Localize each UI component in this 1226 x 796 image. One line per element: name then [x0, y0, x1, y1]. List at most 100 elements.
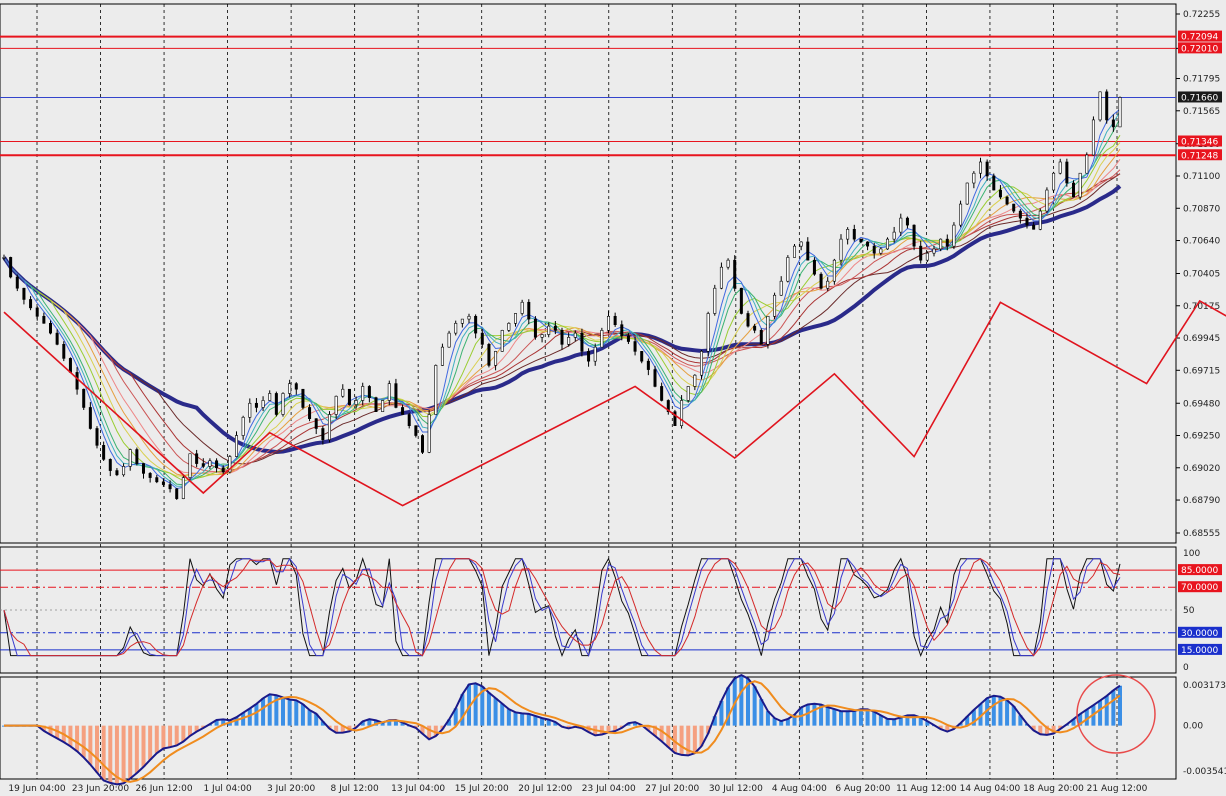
- candle-body: [1118, 97, 1122, 128]
- candle-body: [600, 330, 604, 348]
- candle-body: [899, 217, 903, 233]
- candle-body: [208, 460, 212, 467]
- candle-body: [487, 344, 491, 366]
- macd-histogram-bar: [1118, 685, 1122, 726]
- candle-body: [261, 400, 265, 408]
- candle-body: [474, 315, 478, 334]
- x-axis-tick-label: 19 Jun 04:00: [8, 784, 65, 794]
- candle-body: [268, 393, 272, 401]
- candle-body: [294, 383, 298, 390]
- candle-body: [1032, 224, 1036, 230]
- candle-body: [148, 473, 152, 478]
- macd-histogram-bar: [500, 703, 505, 726]
- candle-body: [215, 460, 219, 469]
- candle-body: [401, 407, 405, 415]
- candle-body: [653, 369, 657, 387]
- price-label-text: 0.71660: [1181, 93, 1218, 103]
- macd-histogram-bar: [75, 725, 80, 752]
- x-axis-tick-label: 30 Jul 12:00: [709, 784, 763, 794]
- trading-chart-svg[interactable]: 19 Jun 04:00 23 Jun 20:00 26 Jun 12:00 1 Ju…: [0, 0, 1226, 796]
- stochastic-level-label: 30.0000: [1181, 629, 1218, 639]
- candle-body: [102, 445, 106, 460]
- candle-body: [846, 229, 850, 240]
- macd-histogram-bar: [1005, 700, 1010, 726]
- candle-body: [613, 315, 617, 325]
- candle-body: [108, 459, 112, 471]
- macd-histogram-bar: [852, 710, 857, 726]
- candle-body: [414, 425, 418, 436]
- candle-body: [753, 325, 757, 331]
- x-axis-tick-label: 21 Aug 12:00: [1087, 784, 1148, 794]
- candle-body: [998, 189, 1002, 198]
- candle-body: [55, 332, 59, 345]
- candle-body: [254, 402, 258, 408]
- macd-histogram-bar: [281, 697, 285, 726]
- price-panel: [0, 3, 1177, 544]
- candle-body: [354, 400, 358, 405]
- macd-histogram-bar: [473, 683, 478, 726]
- candle-body: [945, 238, 949, 247]
- candle-body: [122, 466, 126, 476]
- candle-body: [75, 372, 79, 390]
- candle-body: [1111, 119, 1115, 128]
- macd-histogram-bar: [679, 725, 684, 755]
- candle-body: [660, 386, 664, 401]
- candle-body: [959, 203, 963, 226]
- candle-body: [547, 325, 551, 335]
- candle-body: [567, 337, 571, 345]
- candle-body: [175, 488, 179, 499]
- candle-body: [560, 330, 564, 345]
- macd-histogram-bar: [108, 725, 113, 783]
- macd-axis-tick-label: -0.003541: [1183, 767, 1226, 777]
- candle-body: [773, 294, 777, 317]
- stochastic-axis-tick-label: 0: [1183, 663, 1189, 673]
- macd-histogram-bar: [161, 725, 166, 749]
- candle-body: [713, 287, 717, 314]
- candle-body: [1045, 189, 1049, 212]
- candle-body: [792, 245, 796, 258]
- macd-histogram-bar: [839, 711, 843, 726]
- macd-histogram-bar: [513, 712, 518, 726]
- candle-body: [155, 477, 159, 483]
- macd-histogram-bar: [805, 704, 810, 726]
- macd-histogram-bar: [493, 698, 498, 726]
- candle-body: [826, 280, 830, 289]
- candle-body: [606, 315, 610, 331]
- candle-body: [135, 449, 139, 464]
- candle-body: [640, 351, 644, 362]
- candle-body: [88, 407, 92, 429]
- x-axis-tick-label: 23 Jun 20:00: [72, 784, 129, 794]
- stochastic-axis-tick-label: 50: [1183, 606, 1195, 616]
- x-axis-tick-label: 4 Aug 04:00: [772, 784, 827, 794]
- x-axis-tick-label: 11 Aug 12:00: [896, 784, 957, 794]
- candle-body: [932, 248, 936, 254]
- candle-body: [819, 273, 823, 289]
- candle-body: [367, 386, 371, 398]
- candle-body: [766, 315, 770, 345]
- candle-body: [9, 257, 13, 278]
- chart-window[interactable]: 19 Jun 04:00 23 Jun 20:00 26 Jun 12:00 1 Ju…: [0, 0, 1226, 796]
- candle-body: [500, 330, 504, 352]
- price-axis-tick-label: 0.68790: [1183, 496, 1220, 506]
- candle-body: [1072, 182, 1076, 198]
- candle-body: [952, 224, 956, 247]
- x-axis-tick-label: 23 Jul 04:00: [582, 784, 636, 794]
- price-axis-tick-label: 0.69250: [1183, 432, 1220, 442]
- macd-histogram-bar: [121, 725, 126, 784]
- candle-body: [726, 259, 730, 268]
- macd-histogram-bar: [294, 700, 299, 726]
- macd-histogram-bar: [101, 725, 106, 781]
- macd-histogram-bar: [526, 713, 531, 726]
- macd-histogram-bar: [154, 725, 159, 754]
- candle-body: [460, 318, 464, 324]
- macd-histogram-bar: [872, 711, 877, 726]
- macd-histogram-bar: [845, 711, 850, 726]
- candle-body: [905, 217, 909, 226]
- price-axis-tick-label: 0.71100: [1183, 172, 1220, 182]
- x-axis-tick-label: 8 Jul 12:00: [331, 784, 380, 794]
- macd-histogram-bar: [168, 725, 173, 748]
- stochastic-level-label: 85.0000: [1181, 566, 1218, 576]
- macd-histogram-bar: [134, 725, 139, 774]
- macd-axis-tick-label: 0.0031736: [1183, 681, 1226, 691]
- candle-body: [394, 383, 398, 408]
